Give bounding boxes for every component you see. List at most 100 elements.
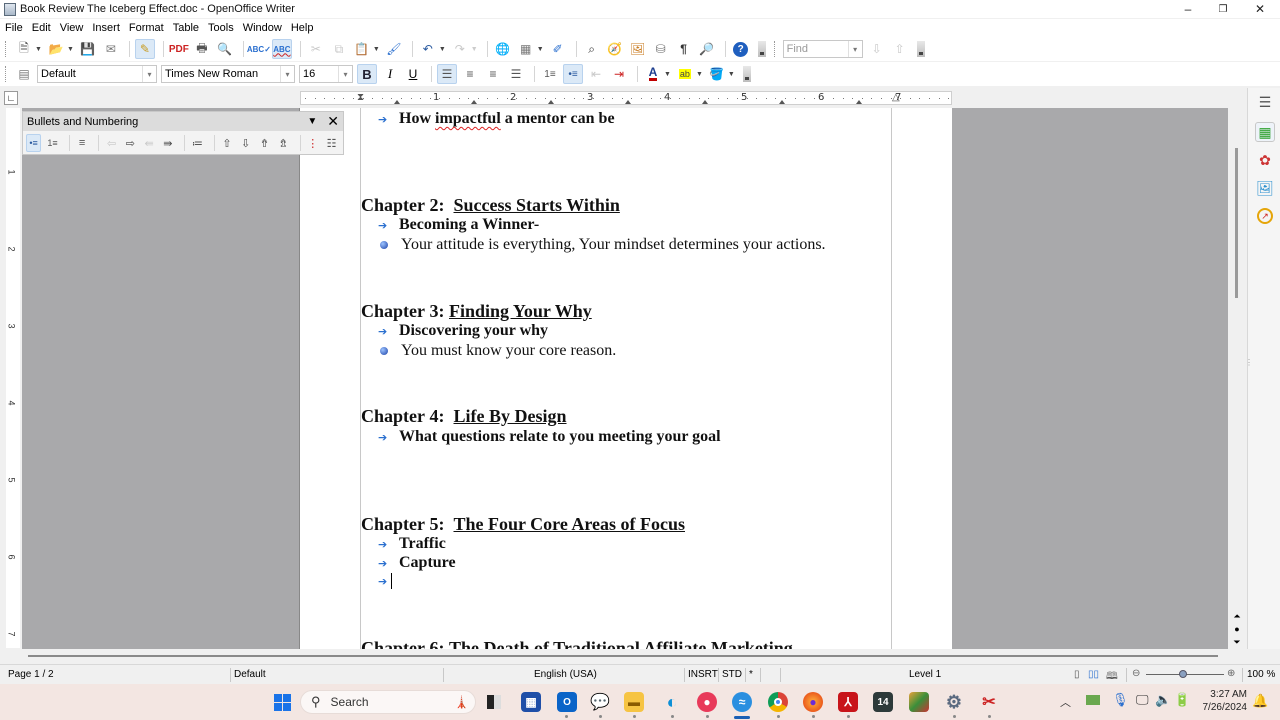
- start-button[interactable]: [272, 692, 292, 712]
- font-color-button[interactable]: A: [643, 64, 663, 84]
- move-up-with-subpoints-button[interactable]: ⇮: [257, 134, 272, 152]
- styles-formatting-button[interactable]: ▤: [14, 64, 34, 84]
- clone-formatting-button[interactable]: 🖌: [384, 39, 404, 59]
- tab-stop-marker[interactable]: [702, 100, 708, 104]
- list-item[interactable]: ➔: [378, 573, 392, 589]
- paste-button[interactable]: 📋: [352, 39, 372, 59]
- toolbar-grip[interactable]: [5, 41, 8, 57]
- demote-one-level-button[interactable]: ⇨: [123, 134, 138, 152]
- single-page-view-button[interactable]: ▯: [1074, 669, 1080, 680]
- next-page-button[interactable]: ⏷: [1231, 636, 1243, 648]
- chapter-heading[interactable]: Chapter 2: Success Starts Within: [361, 195, 620, 216]
- copy-button[interactable]: ⧉: [329, 39, 349, 59]
- previous-page-button[interactable]: ⏶: [1231, 610, 1243, 622]
- email-button[interactable]: ✉: [101, 39, 121, 59]
- numbering-off-button[interactable]: ≡: [75, 134, 90, 152]
- taskbar-snipping-tool[interactable]: ✂: [979, 692, 999, 712]
- multi-page-view-button[interactable]: ▯▯: [1088, 669, 1099, 680]
- chevron-down-icon[interactable]: ▾: [338, 66, 352, 82]
- menu-view[interactable]: View: [60, 22, 84, 34]
- menu-tools[interactable]: Tools: [208, 22, 234, 34]
- menu-table[interactable]: Table: [173, 22, 199, 34]
- font-size-select[interactable]: 16 ▾: [299, 65, 353, 83]
- bold-button[interactable]: B: [357, 64, 377, 84]
- restart-numbering-button[interactable]: ⋮: [305, 134, 320, 152]
- numbering-button[interactable]: 1≡: [540, 64, 560, 84]
- horizontal-scrollbar-thumb[interactable]: [28, 655, 1218, 657]
- data-sources-button[interactable]: ⛁: [651, 39, 671, 59]
- taskbar-photos[interactable]: [909, 692, 929, 712]
- numbering-on-off-button[interactable]: 1≡: [45, 134, 60, 152]
- microphone-button[interactable]: 🎙: [1112, 692, 1129, 708]
- zoom-button[interactable]: 🔎: [697, 39, 717, 59]
- bullets-numbering-dialog-button[interactable]: ☷: [324, 134, 339, 152]
- menu-window[interactable]: Window: [243, 22, 282, 34]
- underline-button[interactable]: U: [403, 64, 423, 84]
- find-replace-button[interactable]: ⌕: [582, 39, 602, 59]
- chevron-down-icon[interactable]: ▾: [847, 41, 862, 57]
- open-dropdown[interactable]: ▼: [67, 46, 74, 53]
- insert-unnumbered-entry-button[interactable]: ≔: [190, 134, 205, 152]
- close-icon[interactable]: ✕: [327, 113, 339, 130]
- tab-stop-marker[interactable]: [471, 100, 477, 104]
- taskbar-edge[interactable]: ◐: [662, 692, 682, 712]
- zoom-out-button[interactable]: ⊖: [1132, 668, 1140, 679]
- cut-button[interactable]: ✂: [306, 39, 326, 59]
- italic-button[interactable]: I: [380, 64, 400, 84]
- redo-dropdown[interactable]: ▼: [471, 46, 478, 53]
- menu-insert[interactable]: Insert: [92, 22, 120, 34]
- justify-button[interactable]: ☰: [506, 64, 526, 84]
- maximize-button[interactable]: ❐: [1205, 0, 1241, 18]
- align-right-button[interactable]: ≡: [483, 64, 503, 84]
- find-next-button[interactable]: ⇩: [867, 39, 887, 59]
- open-button[interactable]: 📂: [46, 39, 66, 59]
- chapter-heading[interactable]: Chapter 3: Finding Your Why: [361, 301, 592, 322]
- list-item[interactable]: ➔ How impactful a mentor can be: [378, 110, 615, 128]
- volume-button[interactable]: 🔈: [1155, 692, 1171, 708]
- horizontal-ruler[interactable]: ⧗ △ 1234567: [300, 91, 952, 105]
- misspelled-word[interactable]: impactful: [435, 110, 501, 128]
- sidebar-styles-button[interactable]: ✿: [1255, 150, 1275, 170]
- vertical-scrollbar[interactable]: ⏶ ● ⏷: [1228, 108, 1245, 649]
- page-style[interactable]: Default: [234, 669, 266, 680]
- navigation-button[interactable]: ●: [1231, 623, 1243, 635]
- taskbar-search[interactable]: ⚲ Search 🗼: [300, 690, 476, 714]
- draw-functions-button[interactable]: ✐: [548, 39, 568, 59]
- bullets-on-off-button[interactable]: •≡: [26, 134, 42, 152]
- align-left-button[interactable]: ☰: [437, 64, 457, 84]
- battery-button[interactable]: 🔋: [1174, 692, 1190, 708]
- list-item[interactable]: You must know your core reason.: [378, 342, 616, 360]
- tab-stop-marker[interactable]: [856, 100, 862, 104]
- background-color-dropdown[interactable]: ▼: [728, 71, 735, 78]
- taskbar-acrobat[interactable]: ⅄: [838, 692, 858, 712]
- taskbar-store[interactable]: ▦: [521, 692, 541, 712]
- toolbar-menu-icon[interactable]: ▼: [307, 116, 317, 127]
- close-window-button[interactable]: ✕: [1242, 0, 1278, 18]
- promote-one-level-button[interactable]: ⇦: [104, 134, 119, 152]
- tab-stop-marker[interactable]: [394, 100, 400, 104]
- print-button[interactable]: 🖶: [192, 39, 212, 59]
- move-up-button[interactable]: ⇧: [220, 134, 235, 152]
- toolbar-overflow[interactable]: [742, 66, 751, 82]
- sidebar-collapse-handle[interactable]: ⋮: [1245, 358, 1253, 367]
- decrease-indent-button[interactable]: ⇤: [586, 64, 606, 84]
- tab-stop-marker[interactable]: [779, 100, 785, 104]
- bullets-button[interactable]: •≡: [563, 64, 583, 84]
- find-toolbar-overflow[interactable]: [916, 41, 925, 57]
- task-view-button[interactable]: [484, 692, 504, 712]
- sidebar-gallery-button[interactable]: 🖼: [1255, 178, 1275, 198]
- table-button[interactable]: ▦: [516, 39, 536, 59]
- highlight-button[interactable]: ab: [675, 64, 695, 84]
- page-number[interactable]: Page 1 / 2: [8, 669, 54, 680]
- horizontal-scrollbar[interactable]: [22, 649, 1228, 663]
- redo-button[interactable]: ↷: [450, 39, 470, 59]
- zoom-slider-knob[interactable]: [1178, 670, 1187, 678]
- selection-mode[interactable]: STD: [722, 669, 742, 680]
- undo-button[interactable]: ↶: [418, 39, 438, 59]
- spellcheck-button[interactable]: ABC✓: [247, 39, 271, 59]
- save-button[interactable]: 💾: [78, 39, 98, 59]
- font-name-select[interactable]: Times New Roman ▾: [161, 65, 295, 83]
- list-item[interactable]: ➔ Becoming a Winner-: [378, 216, 539, 234]
- undo-dropdown[interactable]: ▼: [439, 46, 446, 53]
- new-document-button[interactable]: 🗎: [14, 39, 34, 59]
